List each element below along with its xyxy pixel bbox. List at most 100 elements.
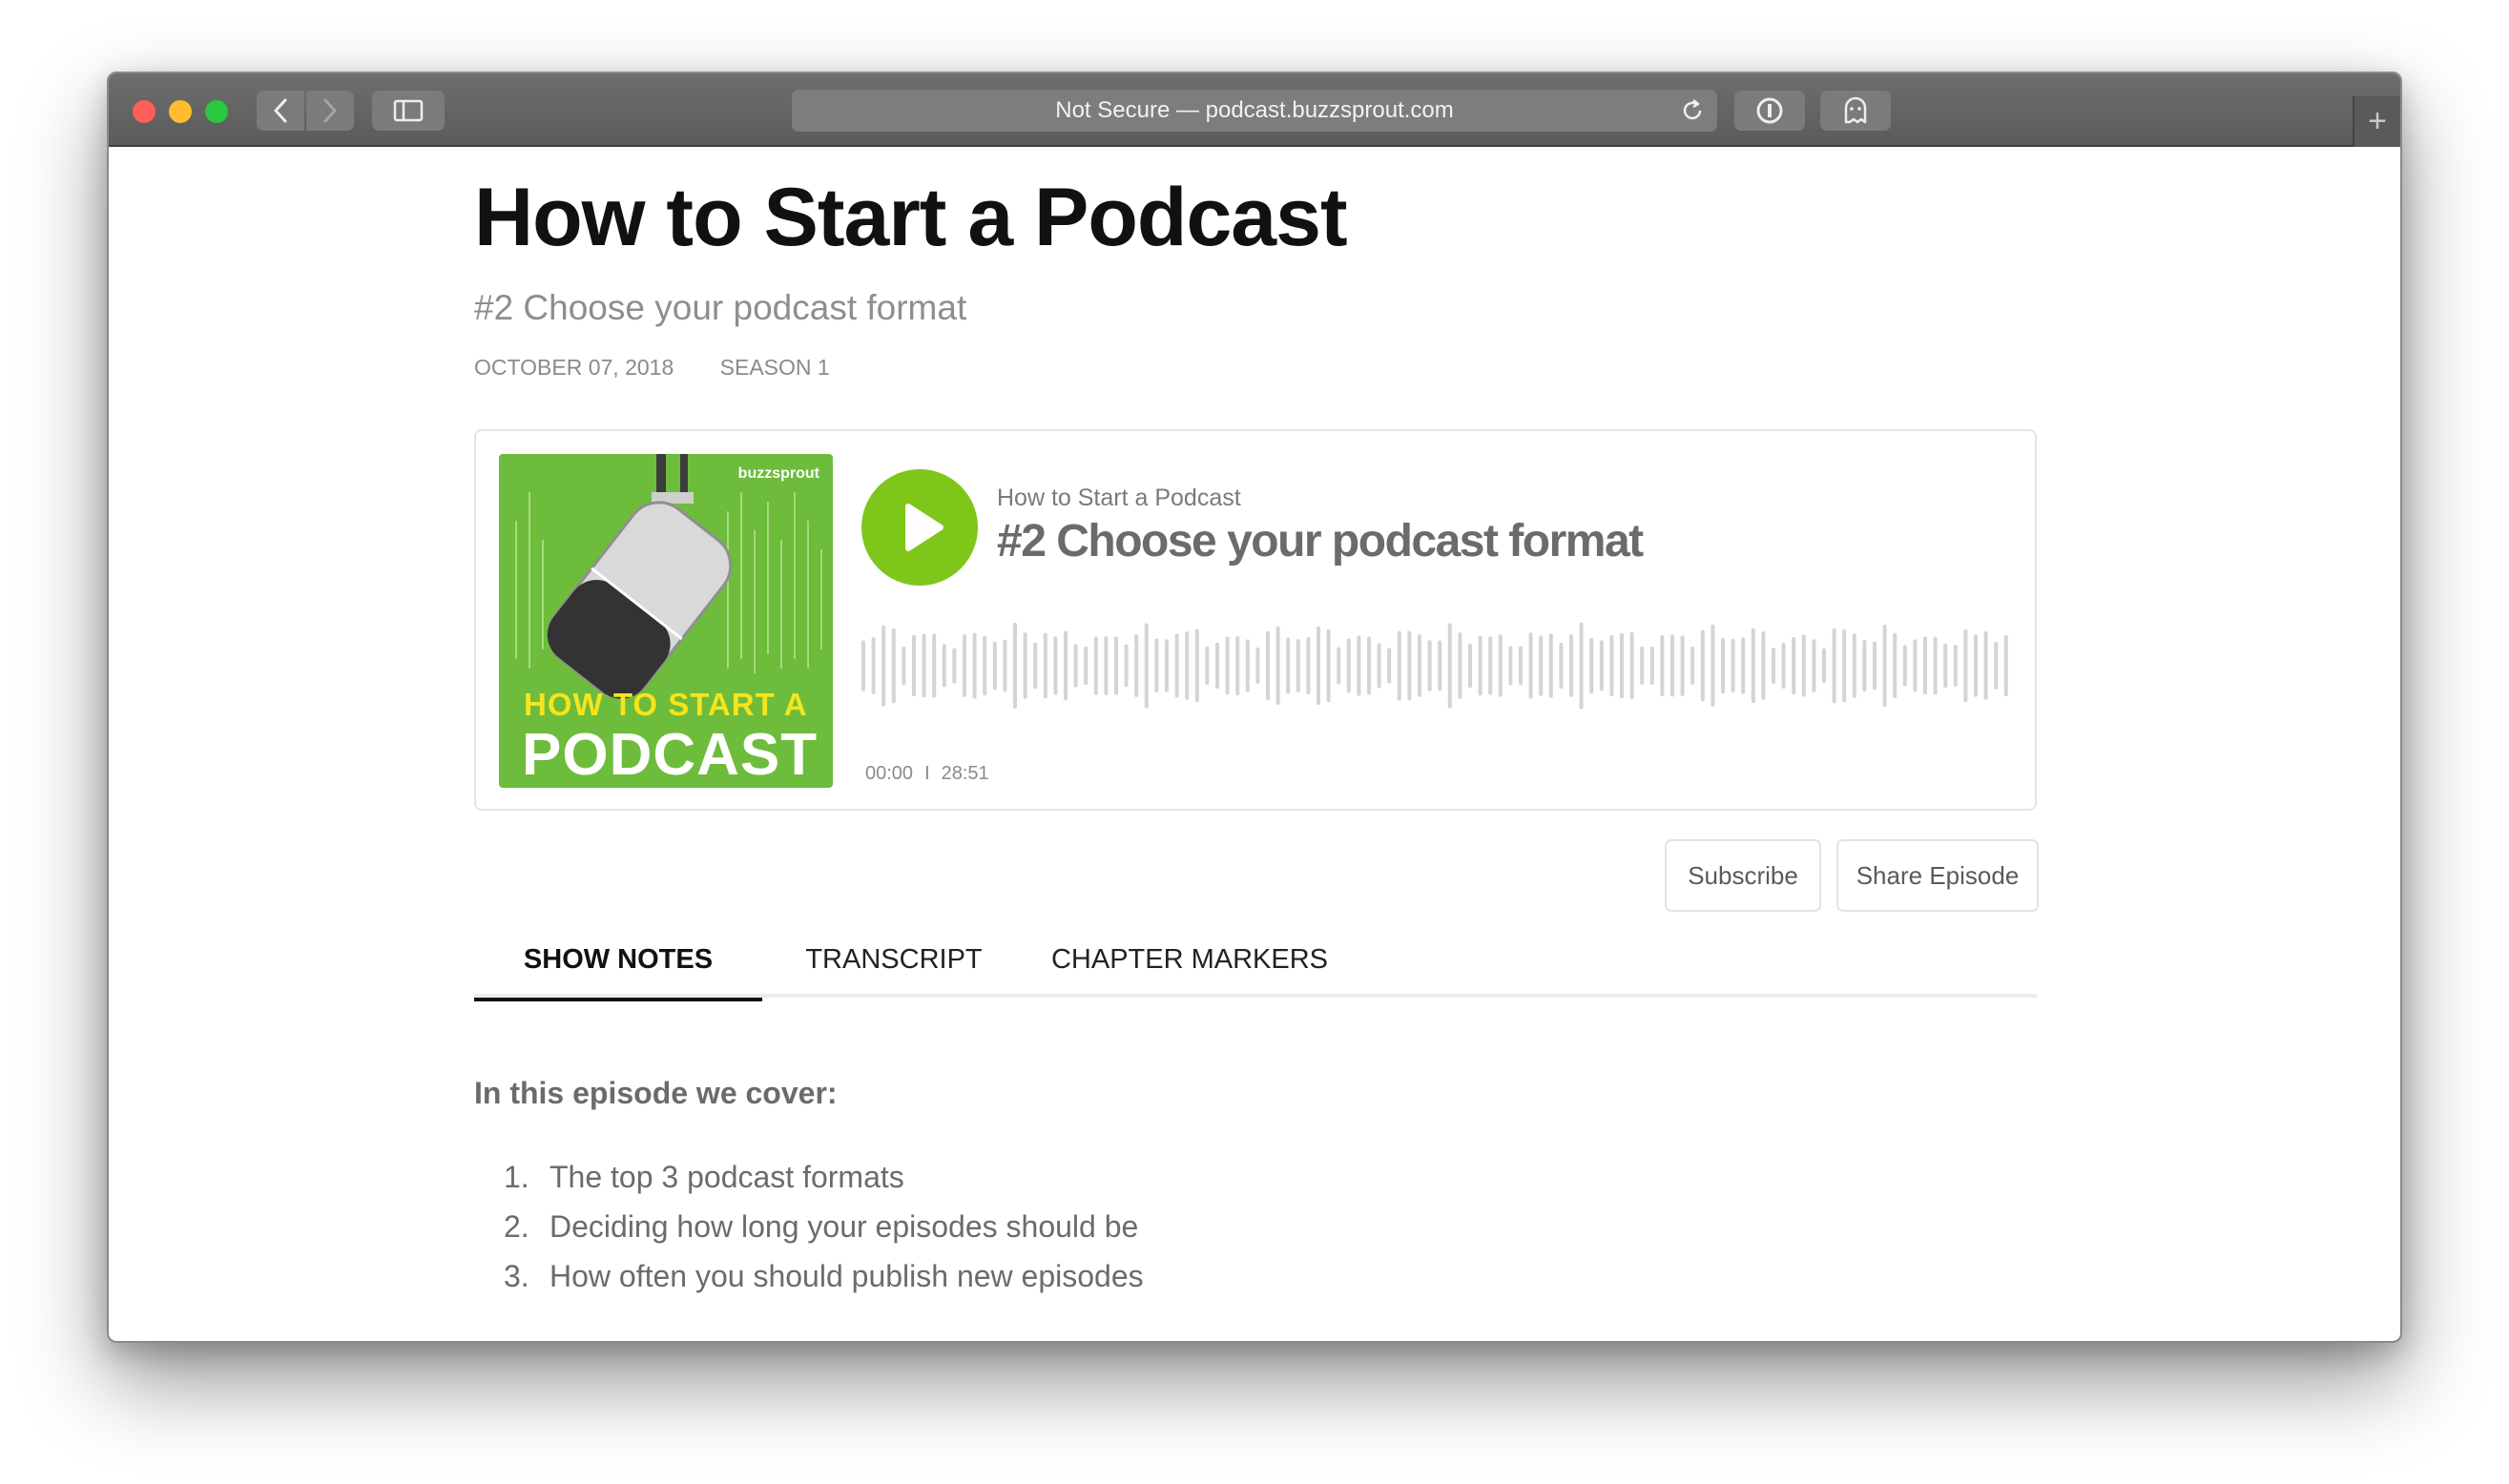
chevron-right-icon	[323, 98, 337, 123]
episode-tabs: SHOW NOTES TRANSCRIPT CHAPTER MARKERS	[474, 921, 2037, 1001]
share-episode-button[interactable]: Share Episode	[1836, 839, 2039, 912]
waveform-bar	[1548, 633, 1553, 698]
waveform-bar	[1447, 623, 1452, 709]
list-item-text: Deciding how long your episodes should b…	[549, 1209, 1139, 1244]
waveform-bar	[1154, 638, 1159, 693]
waveform-bar	[1801, 634, 1806, 697]
back-button[interactable]	[257, 91, 304, 131]
waveform-bar	[1468, 643, 1472, 689]
waveform-bar	[1994, 642, 1999, 690]
waveform-bar	[1609, 635, 1614, 696]
artwork-brand: buzzsprout	[737, 465, 819, 482]
new-tab-button[interactable]: +	[2353, 96, 2400, 147]
waveform-bar	[983, 635, 987, 696]
address-text: Not Secure — podcast.buzzsprout.com	[1055, 97, 1454, 123]
list-item: 1. The top 3 podcast formats	[504, 1152, 1144, 1202]
tab-show-notes[interactable]: SHOW NOTES	[474, 921, 762, 1001]
ghostery-button[interactable]	[1820, 91, 1891, 131]
waveform-bar	[1225, 636, 1230, 695]
tab-chapter-markers[interactable]: CHAPTER MARKERS	[1037, 921, 1342, 998]
zoom-window-button[interactable]	[205, 100, 228, 123]
waveform-bar	[1205, 646, 1210, 686]
waveform-bar	[942, 644, 946, 688]
sidebar-toggle-button[interactable]	[372, 91, 445, 131]
subscribe-button[interactable]: Subscribe	[1665, 839, 1821, 912]
waveform-bar	[1660, 635, 1665, 696]
waveform-bar	[1751, 628, 1755, 704]
waveform-bar	[1064, 630, 1068, 701]
waveform-bar	[1690, 647, 1695, 685]
waveform-bar	[1488, 636, 1493, 695]
waveform-bar	[1772, 648, 1775, 685]
waveform-bar	[1266, 630, 1270, 701]
waveform-bar	[932, 633, 937, 698]
play-icon	[905, 504, 943, 551]
waveform-bar	[1974, 634, 1978, 697]
waveform-bar	[1073, 644, 1078, 688]
waveform-bar	[1943, 643, 1948, 689]
waveform-bar	[1569, 634, 1573, 697]
waveform-bar	[1194, 629, 1199, 703]
audio-player: buzzsprout HOW TO START A PODCAST How to…	[474, 429, 2037, 811]
waveform-bar	[1397, 630, 1401, 701]
waveform-bar	[1963, 629, 1968, 703]
chevron-left-icon	[274, 98, 287, 123]
reload-icon[interactable]	[1679, 97, 1706, 124]
waveform-bar	[891, 628, 896, 704]
waveform-bar	[992, 641, 997, 690]
address-bar[interactable]: Not Secure — podcast.buzzsprout.com	[792, 90, 1717, 132]
waveform-bar	[1731, 638, 1735, 692]
waveform-bar	[1741, 637, 1746, 694]
waveform-bar	[1458, 632, 1462, 699]
waveform-bar	[1589, 637, 1594, 694]
waveform-bar	[1498, 634, 1503, 697]
waveform-bar	[1649, 646, 1654, 686]
forward-button[interactable]	[306, 91, 354, 131]
play-button[interactable]	[861, 469, 978, 586]
waveform-bar	[1165, 639, 1169, 692]
password-manager-button[interactable]	[1734, 91, 1805, 131]
time-separator: I	[924, 763, 930, 784]
waveform-bar	[1478, 635, 1483, 696]
tab-transcript[interactable]: TRANSCRIPT	[798, 921, 989, 998]
episode-subtitle: #2 Choose your podcast format	[474, 288, 967, 327]
duration: 28:51	[941, 763, 989, 784]
podcast-artwork: buzzsprout HOW TO START A PODCAST	[499, 454, 833, 788]
minimize-window-button[interactable]	[169, 100, 192, 123]
ghost-icon	[1844, 96, 1867, 124]
waveform-bar	[1013, 622, 1017, 710]
waveform-bar	[1174, 633, 1179, 698]
page-title: How to Start a Podcast	[474, 172, 1348, 263]
waveform-bar	[1781, 643, 1786, 689]
waveform-bar	[1286, 637, 1291, 694]
waveform-bar	[1620, 632, 1624, 699]
artwork-line-2: PODCAST	[522, 722, 819, 788]
waveform-bar	[1418, 634, 1421, 697]
close-window-button[interactable]	[133, 100, 156, 123]
list-item-number: 2.	[504, 1209, 529, 1244]
waveform-bar	[972, 632, 977, 699]
list-item-number: 1.	[504, 1160, 529, 1194]
waveform-bar	[1296, 639, 1300, 692]
waveform-bar	[1528, 632, 1533, 699]
waveform-bar	[1367, 636, 1371, 695]
waveform-bar	[1953, 645, 1958, 687]
audio-waveform[interactable]	[861, 607, 2020, 725]
waveform-bar	[1508, 646, 1513, 686]
waveform-bar	[1812, 639, 1816, 692]
waveform-bar	[1346, 638, 1351, 693]
episode-meta: OCTOBER 07, 2018 SEASON 1	[474, 355, 870, 381]
waveform-bar	[1559, 643, 1564, 689]
waveform-bar	[871, 637, 876, 694]
waveform-bar	[1053, 636, 1058, 695]
waveform-bar	[1629, 631, 1634, 700]
waveform-bar	[1882, 624, 1887, 708]
waveform-bar	[1255, 647, 1260, 684]
waveform-bar	[1337, 647, 1341, 685]
waveform-bar	[1357, 635, 1361, 696]
waveform-bar	[1114, 636, 1118, 695]
waveform-bar	[1124, 644, 1129, 688]
waveform-bar	[1134, 634, 1139, 697]
waveform-bar	[1427, 640, 1432, 691]
list-item-text: The top 3 podcast formats	[549, 1160, 904, 1194]
